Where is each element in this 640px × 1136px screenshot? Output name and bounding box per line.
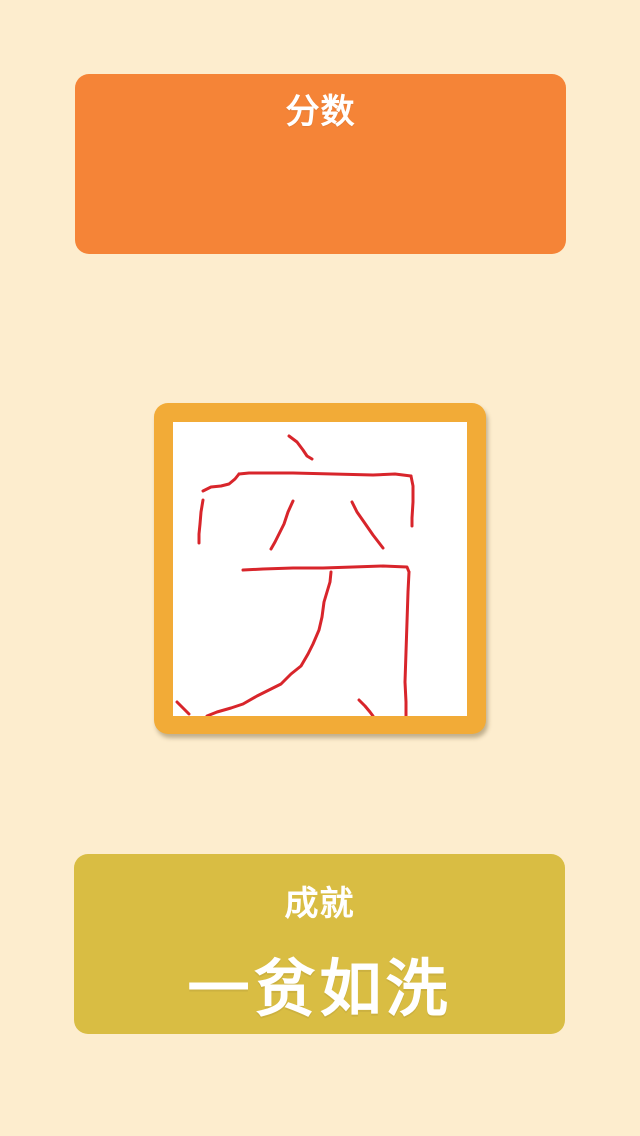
achievement-title: 成就 [284,884,355,924]
hand-drawn-character-image [175,434,415,716]
stroke-roof-right [409,474,415,528]
stroke-curve [205,570,333,716]
score-card: 分数 [75,74,566,254]
stroke-top-dot [287,434,314,461]
stroke-roof-top [237,471,413,478]
achievement-value: 一贫如洗 [187,952,452,1025]
stroke-inner-right [350,500,385,550]
stroke-horizontal [241,564,411,574]
achievement-card: 成就 一贫如洗 [74,854,565,1034]
drawing-canvas [173,422,467,716]
stroke-inner-left [269,499,295,551]
stroke-bottom-hook [357,698,375,716]
score-title: 分数 [285,92,356,132]
app-screen: 分数 成就 一贫如洗 [0,0,640,1136]
stroke-bottom-left [175,700,191,716]
drawing-frame [154,403,486,734]
stroke-roof-left [201,472,241,493]
stroke-right-vertical [403,570,411,716]
stroke-left-wall [197,498,205,545]
